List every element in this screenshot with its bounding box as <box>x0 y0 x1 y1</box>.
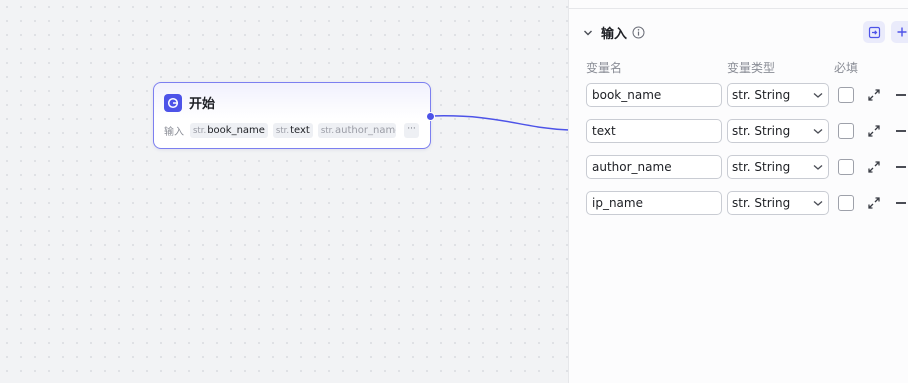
variable-name-input[interactable] <box>586 191 722 215</box>
param-type: str. <box>320 126 335 136</box>
import-button[interactable] <box>863 21 885 43</box>
node-config-panel: 输入 变量名 变量类型 必填 str. String str. Str <box>568 0 908 383</box>
column-header-name: 变量名 <box>586 61 623 75</box>
workflow-canvas[interactable]: 开始 输入 str. book_name str. text str. author_… <box>0 0 569 383</box>
required-checkbox[interactable] <box>838 87 854 103</box>
info-icon[interactable] <box>632 26 645 39</box>
param-type: str. <box>193 126 207 136</box>
variable-type-select[interactable]: str. String <box>727 155 829 179</box>
param-chip: str. book_name <box>190 123 268 138</box>
chevron-down-icon <box>813 129 823 134</box>
panel-divider <box>569 8 908 9</box>
import-icon <box>868 26 880 38</box>
plus-icon <box>897 27 907 37</box>
variable-type-value: str. String <box>732 124 791 138</box>
node-output-port[interactable] <box>426 112 435 121</box>
variable-type-value: str. String <box>732 160 791 174</box>
variable-type-select[interactable]: str. String <box>727 191 829 215</box>
chevron-down-icon[interactable] <box>583 28 593 38</box>
variable-row: str. String <box>569 191 908 215</box>
node-header: 开始 <box>164 93 215 112</box>
expand-icon[interactable] <box>867 160 881 174</box>
variable-type-select[interactable]: str. String <box>727 119 829 143</box>
column-header-type: 变量类型 <box>727 61 776 75</box>
node-input-row: 输入 str. book_name str. text str. author_nam… <box>164 123 401 138</box>
section-title: 输入 <box>601 27 628 42</box>
more-params-button[interactable]: ··· <box>404 123 419 138</box>
column-header-required: 必填 <box>834 61 859 75</box>
expand-icon[interactable] <box>867 124 881 138</box>
required-checkbox[interactable] <box>838 159 854 175</box>
variable-row: str. String <box>569 119 908 143</box>
chevron-down-icon <box>813 165 823 170</box>
variable-name-input[interactable] <box>586 155 722 179</box>
start-node-icon <box>164 93 182 112</box>
param-chip: str. author_name <box>317 123 396 138</box>
param-type: str. <box>275 126 290 136</box>
variable-type-select[interactable]: str. String <box>727 83 829 107</box>
variable-name-input[interactable] <box>586 83 722 107</box>
remove-variable-button[interactable] <box>896 166 906 168</box>
remove-variable-button[interactable] <box>896 94 906 96</box>
variable-type-value: str. String <box>732 196 791 210</box>
node-title: 开始 <box>189 97 216 112</box>
start-node[interactable]: 开始 输入 str. book_name str. text str. author_… <box>153 82 431 149</box>
param-name: author_name <box>335 125 396 136</box>
chevron-down-icon <box>813 201 823 206</box>
remove-variable-button[interactable] <box>896 130 906 132</box>
connection-edge <box>430 115 569 131</box>
input-section-header[interactable]: 输入 <box>583 23 645 42</box>
param-chip: str. text <box>272 123 313 138</box>
add-variable-button[interactable] <box>891 21 908 43</box>
variable-name-input[interactable] <box>586 119 722 143</box>
chevron-down-icon <box>813 93 823 98</box>
variable-row: str. String <box>569 155 908 179</box>
variable-type-value: str. String <box>732 88 791 102</box>
remove-variable-button[interactable] <box>896 202 906 204</box>
param-name: text <box>290 125 310 136</box>
variable-row: str. String <box>569 83 908 107</box>
node-input-label: 输入 <box>164 127 184 138</box>
required-checkbox[interactable] <box>838 195 854 211</box>
required-checkbox[interactable] <box>838 123 854 139</box>
param-name: book_name <box>207 125 265 136</box>
expand-icon[interactable] <box>867 88 881 102</box>
expand-icon[interactable] <box>867 196 881 210</box>
